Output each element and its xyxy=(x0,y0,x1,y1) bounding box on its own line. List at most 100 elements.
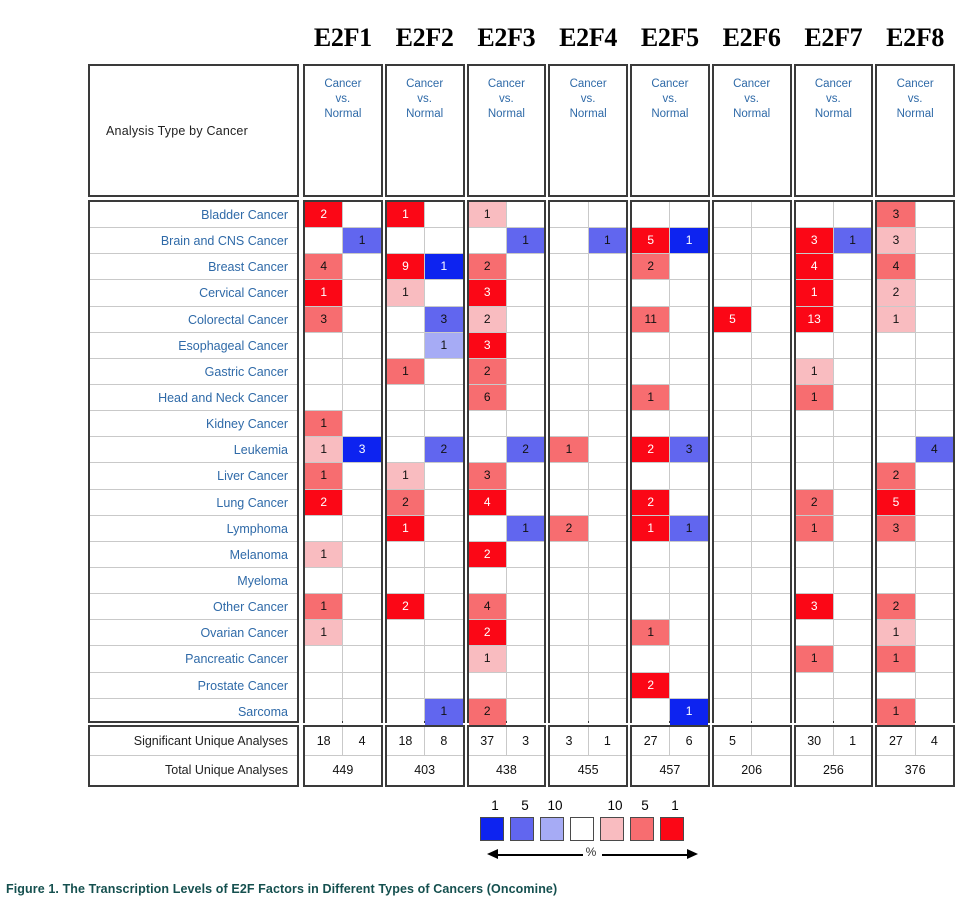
heat-cell[interactable]: 1 xyxy=(305,620,343,647)
heat-cell[interactable]: 1 xyxy=(343,228,381,255)
row-label-kidney-cancer[interactable]: Kidney Cancer xyxy=(90,411,297,438)
heat-cell[interactable]: 3 xyxy=(877,228,915,255)
heat-cell[interactable]: 4 xyxy=(468,594,506,621)
heat-cell[interactable]: 11 xyxy=(632,306,670,333)
heat-cell[interactable]: 3 xyxy=(877,515,915,542)
heat-cell[interactable]: 4 xyxy=(915,437,953,464)
row-label-ovarian-cancer[interactable]: Ovarian Cancer xyxy=(90,620,297,647)
heat-cell[interactable]: 2 xyxy=(468,358,506,385)
row-label-brain-and-cns-cancer[interactable]: Brain and CNS Cancer xyxy=(90,228,297,255)
row-label-colorectal-cancer[interactable]: Colorectal Cancer xyxy=(90,307,297,333)
heat-cell[interactable]: 1 xyxy=(632,384,670,412)
heat-cell[interactable]: 13 xyxy=(795,306,833,333)
heat-cell[interactable]: 4 xyxy=(468,489,506,516)
heat-cell[interactable]: 1 xyxy=(425,254,463,281)
row-label-myeloma[interactable]: Myeloma xyxy=(90,568,297,595)
heat-cell[interactable]: 9 xyxy=(386,254,425,281)
heat-cell[interactable]: 1 xyxy=(386,515,425,542)
heat-cell[interactable]: 1 xyxy=(305,280,343,307)
heat-cell[interactable]: 2 xyxy=(877,594,915,621)
heat-cell[interactable]: 1 xyxy=(305,411,343,438)
heat-cell[interactable]: 1 xyxy=(550,437,588,464)
heat-cell[interactable]: 1 xyxy=(795,646,833,673)
row-label-gastric-cancer[interactable]: Gastric Cancer xyxy=(90,359,297,385)
heat-cell[interactable]: 1 xyxy=(632,515,670,542)
heat-cell[interactable]: 5 xyxy=(713,306,752,333)
heat-cell[interactable]: 1 xyxy=(833,228,872,255)
heat-cell[interactable]: 1 xyxy=(425,698,463,725)
heat-cell[interactable]: 2 xyxy=(506,437,545,464)
row-label-head-and-neck-cancer[interactable]: Head and Neck Cancer xyxy=(90,385,297,412)
heat-cell[interactable]: 1 xyxy=(632,620,670,647)
heat-cell[interactable]: 2 xyxy=(632,489,670,516)
heat-cell[interactable]: 1 xyxy=(425,332,463,359)
heat-cell[interactable]: 1 xyxy=(877,620,915,647)
heat-cell[interactable]: 1 xyxy=(386,202,425,229)
heat-cell[interactable]: 2 xyxy=(468,698,506,725)
heat-cell[interactable]: 1 xyxy=(588,228,626,255)
heat-cell[interactable]: 3 xyxy=(425,306,463,333)
heat-cell[interactable]: 3 xyxy=(795,228,833,255)
heat-cell[interactable]: 1 xyxy=(877,306,915,333)
column-header-e2f8[interactable]: Cancer vs. Normal xyxy=(875,64,955,197)
heat-cell[interactable]: 3 xyxy=(877,202,915,229)
heat-cell[interactable]: 1 xyxy=(795,384,833,412)
column-header-e2f1[interactable]: Cancer vs. Normal xyxy=(303,64,383,197)
heat-cell[interactable]: 1 xyxy=(386,280,425,307)
heat-cell[interactable]: 4 xyxy=(795,254,833,281)
heat-cell[interactable]: 1 xyxy=(506,228,545,255)
heat-cell[interactable]: 2 xyxy=(795,489,833,516)
heat-cell[interactable]: 3 xyxy=(795,594,833,621)
heat-cell[interactable]: 2 xyxy=(632,672,670,699)
row-label-sarcoma[interactable]: Sarcoma xyxy=(90,699,297,725)
heat-cell[interactable]: 1 xyxy=(506,515,545,542)
column-header-e2f2[interactable]: Cancer vs. Normal xyxy=(384,64,465,197)
row-label-prostate-cancer[interactable]: Prostate Cancer xyxy=(90,673,297,699)
heat-cell[interactable]: 1 xyxy=(795,358,833,385)
heat-cell[interactable]: 1 xyxy=(305,463,343,490)
heat-cell[interactable]: 3 xyxy=(670,437,708,464)
row-label-lymphoma[interactable]: Lymphoma xyxy=(90,516,297,542)
heat-cell[interactable]: 3 xyxy=(468,280,506,307)
heat-cell[interactable]: 2 xyxy=(632,437,670,464)
heat-cell[interactable]: 3 xyxy=(468,332,506,359)
heat-cell[interactable]: 2 xyxy=(877,280,915,307)
row-label-other-cancer[interactable]: Other Cancer xyxy=(90,594,297,621)
heat-cell[interactable]: 3 xyxy=(305,306,343,333)
heat-cell[interactable]: 2 xyxy=(468,541,506,568)
heat-cell[interactable]: 1 xyxy=(386,358,425,385)
heat-cell[interactable]: 5 xyxy=(877,489,915,516)
row-label-esophageal-cancer[interactable]: Esophageal Cancer xyxy=(90,333,297,359)
heat-cell[interactable]: 2 xyxy=(550,515,588,542)
column-header-e2f5[interactable]: Cancer vs. Normal xyxy=(630,64,710,197)
heat-cell[interactable]: 1 xyxy=(468,202,506,229)
heat-cell[interactable]: 1 xyxy=(670,698,708,725)
heat-cell[interactable]: 2 xyxy=(468,620,506,647)
heat-cell[interactable]: 1 xyxy=(670,515,708,542)
heat-cell[interactable]: 1 xyxy=(305,594,343,621)
row-label-cervical-cancer[interactable]: Cervical Cancer xyxy=(90,280,297,307)
heat-cell[interactable]: 1 xyxy=(468,646,506,673)
row-label-lung-cancer[interactable]: Lung Cancer xyxy=(90,490,297,516)
row-label-bladder-cancer[interactable]: Bladder Cancer xyxy=(90,202,297,229)
column-header-e2f6[interactable]: Cancer vs. Normal xyxy=(711,64,792,197)
heat-cell[interactable]: 2 xyxy=(425,437,463,464)
heat-cell[interactable]: 4 xyxy=(305,254,343,281)
heat-cell[interactable]: 3 xyxy=(468,463,506,490)
heat-cell[interactable]: 1 xyxy=(305,437,343,464)
row-label-liver-cancer[interactable]: Liver Cancer xyxy=(90,463,297,490)
column-header-e2f3[interactable]: Cancer vs. Normal xyxy=(466,64,547,197)
heat-cell[interactable]: 1 xyxy=(877,698,915,725)
row-label-breast-cancer[interactable]: Breast Cancer xyxy=(90,254,297,281)
heat-cell[interactable]: 1 xyxy=(305,541,343,568)
heat-cell[interactable]: 1 xyxy=(795,280,833,307)
heat-cell[interactable]: 3 xyxy=(343,437,381,464)
column-header-e2f7[interactable]: Cancer vs. Normal xyxy=(793,64,874,197)
heat-cell[interactable]: 2 xyxy=(632,254,670,281)
heat-cell[interactable]: 1 xyxy=(877,646,915,673)
row-label-leukemia[interactable]: Leukemia xyxy=(90,437,297,464)
heat-cell[interactable]: 2 xyxy=(468,306,506,333)
heat-cell[interactable]: 5 xyxy=(632,228,670,255)
heat-cell[interactable]: 2 xyxy=(305,202,343,229)
heat-cell[interactable]: 1 xyxy=(386,463,425,490)
